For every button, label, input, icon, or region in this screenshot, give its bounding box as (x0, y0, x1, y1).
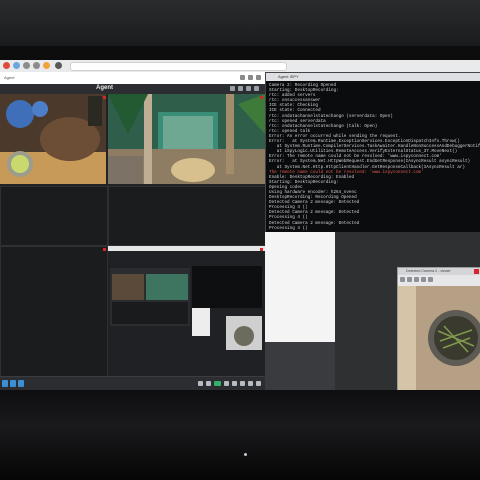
extension-icon[interactable] (43, 62, 50, 69)
close-icon[interactable] (474, 269, 479, 274)
camera-tile-empty[interactable] (108, 186, 267, 246)
share-icon[interactable] (240, 75, 245, 80)
camera-tile-2[interactable] (108, 94, 265, 184)
browser-menu-icon[interactable] (3, 62, 10, 69)
volume-icon[interactable] (428, 277, 433, 282)
alert-marker (103, 248, 106, 251)
desktop-background (265, 342, 335, 390)
user-icon[interactable] (230, 86, 235, 91)
camera-2-feed (108, 94, 265, 184)
console-line: Error: at System.Net.HttpWebRequest.EndG… (269, 159, 471, 165)
background-wall (0, 0, 480, 46)
power-led (244, 453, 247, 456)
viewer-title: Detected Camera 2 - viewer (398, 268, 480, 275)
agent-title[interactable]: Agent (96, 85, 113, 91)
zoom-icon[interactable] (421, 277, 426, 282)
app-toolbar-label: Agent (4, 75, 15, 80)
viewer-title-text: Detected Camera 2 - viewer (406, 269, 451, 273)
help-icon[interactable] (246, 86, 251, 91)
alert-marker (260, 96, 263, 99)
record-button[interactable] (214, 381, 221, 386)
monitor-bezel-top (0, 46, 480, 60)
console-title: Agent ISPY (266, 73, 480, 81)
console-line: at System.Net.Http.HttpClientHandler.Get… (269, 164, 465, 170)
play-icon[interactable] (224, 381, 229, 386)
alert-marker (103, 96, 106, 99)
camera-tile-1[interactable] (0, 94, 106, 184)
star-icon[interactable] (248, 75, 253, 80)
monitor-screen: Agent Agent Agent ISPY Camera 2: Recordi… (0, 60, 480, 390)
volume-icon[interactable] (198, 381, 203, 386)
console-log: Camera 2: Recording Opened Starting: Desk… (266, 81, 480, 233)
url-field[interactable] (70, 62, 287, 71)
desktop-recording-feed (108, 246, 265, 376)
layout-icon[interactable] (2, 380, 8, 387)
camera-tile-3[interactable] (0, 246, 108, 378)
forward-icon[interactable] (414, 277, 419, 282)
edit-icon[interactable] (206, 381, 211, 386)
console-line: Processing 4 () (269, 225, 308, 231)
desk-surface (0, 390, 480, 480)
back-icon[interactable] (407, 277, 412, 282)
camera-tile-4-desktop[interactable] (108, 246, 265, 376)
camera-1-feed (0, 94, 106, 184)
fullscreen-icon[interactable] (256, 381, 261, 386)
menu-icon[interactable] (256, 75, 261, 80)
agent-header: Agent (0, 84, 265, 94)
back-icon[interactable] (13, 62, 20, 69)
viewer-image (398, 286, 480, 390)
camera-tile-empty[interactable] (0, 186, 108, 246)
blank-window[interactable] (265, 232, 335, 342)
camera-grid (0, 94, 267, 378)
home-icon[interactable] (55, 62, 62, 69)
log-console-window[interactable]: Agent ISPY Camera 2: Recording Opened Sta… (265, 72, 480, 234)
forward-icon[interactable] (23, 62, 30, 69)
refresh-icon[interactable] (248, 381, 253, 386)
agent-footer-controls (0, 376, 265, 390)
reload-icon[interactable] (33, 62, 40, 69)
settings-icon[interactable] (238, 86, 243, 91)
mic-icon[interactable] (232, 381, 237, 386)
alert-marker (260, 248, 263, 251)
grid-icon[interactable] (254, 86, 259, 91)
image-viewer-window[interactable]: Detected Camera 2 - viewer (397, 267, 480, 390)
viewer-toolbar (398, 275, 480, 286)
stats-icon[interactable] (18, 380, 24, 387)
add-camera-icon[interactable] (10, 380, 16, 387)
pause-icon[interactable] (400, 277, 405, 282)
settings-icon[interactable] (240, 381, 245, 386)
